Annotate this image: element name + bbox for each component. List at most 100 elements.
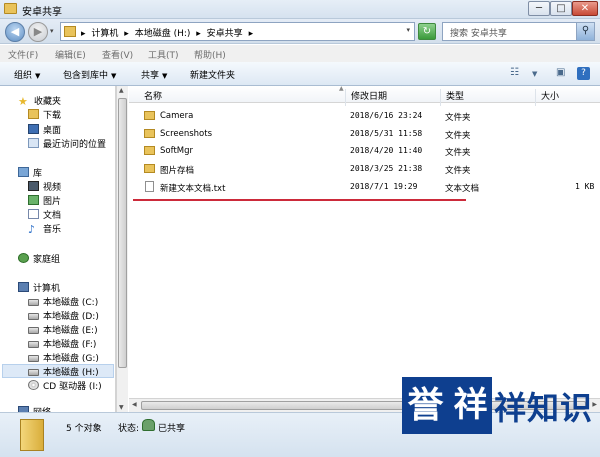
sidebar-item-label: 最近访问的位置 xyxy=(43,140,107,150)
view-options-icon[interactable]: ☷ xyxy=(510,67,519,78)
column-size[interactable]: 大小 xyxy=(535,89,559,106)
organize-button[interactable]: 组织 ▼ xyxy=(14,68,40,81)
sidebar-drive-f[interactable]: 本地磁盘 (F:) xyxy=(28,337,96,350)
drive-icon xyxy=(28,299,39,306)
file-row[interactable]: 新建文本文档.txt 2018/7/1 19:29 文本文档 1 KB xyxy=(129,179,600,195)
sidebar-drive-e[interactable]: 本地磁盘 (E:) xyxy=(28,323,98,336)
menu-view[interactable]: 查看(V) xyxy=(102,48,133,61)
address-input[interactable]: ▸ 计算机 ▸ 本地磁盘 (H:) ▸ 安卓共享 ▸ ▾ xyxy=(60,22,415,41)
breadcrumb-current-folder[interactable]: 安卓共享 xyxy=(207,29,243,39)
file-type: 文件夹 xyxy=(445,148,471,158)
sidebar-favorites[interactable]: ★ 收藏夹 xyxy=(18,94,61,108)
file-row[interactable]: 图片存档 2018/3/25 21:38 文件夹 xyxy=(129,161,600,177)
sidebar-drive-c[interactable]: 本地磁盘 (C:) xyxy=(28,295,98,308)
share-button[interactable]: 共享 ▼ xyxy=(141,68,167,81)
scroll-up-icon[interactable]: ▲ xyxy=(119,87,124,94)
video-icon xyxy=(28,181,39,191)
sidebar-item-recent[interactable]: 最近访问的位置 xyxy=(28,137,106,150)
scrollbar-thumb[interactable] xyxy=(118,98,127,368)
close-button[interactable]: ✕ xyxy=(572,1,598,16)
sidebar-computer-label: 计算机 xyxy=(33,284,61,294)
scroll-left-icon[interactable]: ◀ xyxy=(132,401,137,408)
breadcrumb-drive-h[interactable]: 本地磁盘 (H:) xyxy=(135,29,191,39)
sidebar-item-videos[interactable]: 视频 xyxy=(28,180,61,193)
sidebar-item-pictures[interactable]: 图片 xyxy=(28,194,61,207)
file-modified: 2018/6/16 23:24 xyxy=(350,111,423,120)
breadcrumb-separator-icon[interactable]: ▸ xyxy=(249,29,254,39)
shared-users-icon xyxy=(142,419,155,431)
file-name: 图片存档 xyxy=(160,166,195,176)
address-dropdown-icon[interactable]: ▾ xyxy=(406,26,410,34)
title-bar: 安卓共享 ─ □ ✕ xyxy=(0,0,600,19)
document-icon xyxy=(28,209,39,219)
include-in-library-label: 包含到库中 xyxy=(63,71,109,81)
sidebar-drive-h[interactable]: 本地磁盘 (H:) xyxy=(28,365,99,378)
breadcrumb-separator-icon[interactable]: ▸ xyxy=(124,29,129,39)
sidebar-item-documents[interactable]: 文档 xyxy=(28,208,61,221)
recent-places-icon xyxy=(28,138,39,148)
menu-edit[interactable]: 编辑(E) xyxy=(55,48,86,61)
sidebar-item-label: 本地磁盘 (H:) xyxy=(43,368,99,378)
search-icon[interactable]: ⚲ xyxy=(576,23,594,40)
file-type: 文件夹 xyxy=(445,113,471,123)
sidebar-drive-i[interactable]: CD 驱动器 (I:) xyxy=(28,379,102,392)
sidebar-item-label: 音乐 xyxy=(43,225,62,235)
file-row[interactable]: Camera 2018/6/16 23:24 文件夹 xyxy=(129,108,600,124)
menu-tools[interactable]: 工具(T) xyxy=(148,48,179,61)
download-folder-icon xyxy=(28,109,39,119)
file-name: Camera xyxy=(160,111,194,121)
help-icon[interactable]: ? xyxy=(577,67,590,80)
back-button[interactable]: ◀ xyxy=(5,22,25,42)
navigation-scrollbar[interactable]: ▲ ▼ xyxy=(116,86,128,412)
new-folder-button[interactable]: 新建文件夹 xyxy=(190,68,235,81)
menu-bar: 文件(F) 编辑(E) 查看(V) 工具(T) 帮助(H) xyxy=(0,45,600,62)
watermark-char-2: 祥 xyxy=(449,377,492,434)
sidebar-item-music[interactable]: ♪ 音乐 xyxy=(28,222,61,236)
sidebar-homegroup[interactable]: 家庭组 xyxy=(18,252,60,265)
sidebar-libraries[interactable]: 库 xyxy=(18,166,42,179)
forward-button[interactable]: ▶ xyxy=(28,22,48,42)
breadcrumb-separator-icon[interactable]: ▸ xyxy=(196,29,201,39)
minimize-button[interactable]: ─ xyxy=(528,1,550,16)
breadcrumb-computer[interactable]: 计算机 xyxy=(91,29,118,39)
menu-help[interactable]: 帮助(H) xyxy=(194,48,226,61)
file-name: Screenshots xyxy=(160,129,213,139)
sidebar-item-downloads[interactable]: 下载 xyxy=(28,108,61,121)
music-note-icon: ♪ xyxy=(28,223,36,236)
column-header-row: ▲ 名称 修改日期 类型 大小 xyxy=(129,85,600,106)
menu-file[interactable]: 文件(F) xyxy=(8,48,38,61)
preview-pane-icon[interactable]: ▣ xyxy=(556,67,565,78)
breadcrumb-separator-icon[interactable]: ▸ xyxy=(81,29,86,39)
view-dropdown-icon[interactable]: ▼ xyxy=(532,70,537,78)
file-modified: 2018/7/1 19:29 xyxy=(350,182,418,191)
watermark-text: 祥知识 xyxy=(494,389,594,427)
scroll-down-icon[interactable]: ▼ xyxy=(119,404,124,411)
file-row[interactable]: SoftMgr 2018/4/20 11:40 文件夹 xyxy=(129,143,600,159)
sidebar-network[interactable]: 网络 xyxy=(18,405,51,412)
sidebar-homegroup-label: 家庭组 xyxy=(33,255,61,265)
sidebar-item-label: 本地磁盘 (F:) xyxy=(43,340,97,350)
search-input[interactable]: 搜索 安卓共享 ⚲ xyxy=(442,22,595,41)
homegroup-icon xyxy=(18,253,29,263)
sidebar-item-label: CD 驱动器 (I:) xyxy=(43,382,102,392)
file-modified: 2018/4/20 11:40 xyxy=(350,146,423,155)
refresh-button[interactable]: ↻ xyxy=(418,23,436,40)
highlight-underline xyxy=(133,199,466,201)
sidebar-item-label: 视频 xyxy=(43,183,62,193)
computer-icon xyxy=(18,282,29,292)
history-dropdown-icon[interactable]: ▾ xyxy=(50,27,54,35)
column-modified[interactable]: 修改日期 xyxy=(345,89,387,106)
column-name[interactable]: 名称 xyxy=(139,89,162,106)
sidebar-favorites-label: 收藏夹 xyxy=(34,97,62,107)
maximize-button[interactable]: □ xyxy=(550,1,572,16)
drive-icon xyxy=(28,355,39,362)
file-row[interactable]: Screenshots 2018/5/31 11:58 文件夹 xyxy=(129,126,600,142)
folder-icon xyxy=(144,129,155,138)
column-type[interactable]: 类型 xyxy=(440,89,464,106)
sidebar-computer[interactable]: 计算机 xyxy=(18,281,60,294)
sidebar-item-desktop[interactable]: 桌面 xyxy=(28,123,61,136)
sidebar-drive-g[interactable]: 本地磁盘 (G:) xyxy=(28,351,99,364)
sidebar-drive-d[interactable]: 本地磁盘 (D:) xyxy=(28,309,99,322)
include-in-library-button[interactable]: 包含到库中 ▼ xyxy=(63,68,116,81)
folder-icon xyxy=(4,3,17,14)
